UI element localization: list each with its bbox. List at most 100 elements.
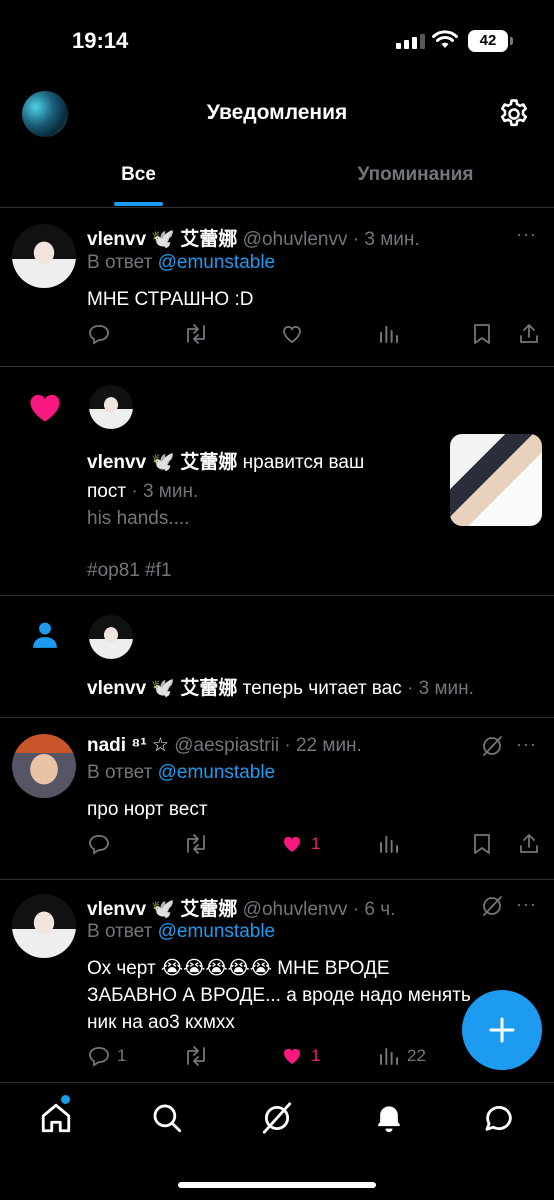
search-icon[interactable] — [150, 1101, 184, 1135]
reply-button[interactable] — [87, 322, 111, 346]
share-icon — [520, 834, 538, 853]
reply-context: В ответ @emunstable — [87, 762, 275, 784]
reply-mention[interactable]: @emunstable — [158, 921, 276, 942]
notification-reply[interactable]: vlenvv 🕊️ 艾蕾娜 @ohuvlenvv · 3 мин. ··· В … — [0, 208, 554, 367]
reply-context: В ответ @emunstable — [87, 921, 275, 943]
like-button[interactable]: 1 — [279, 1044, 320, 1068]
more-options-icon[interactable]: ··· — [516, 224, 537, 245]
wifi-icon — [432, 30, 458, 48]
more-options-icon[interactable]: ··· — [516, 734, 537, 755]
post-time: · 6 ч. — [352, 899, 396, 920]
notification-follow[interactable]: vlenvv 🕊️ 艾蕾娜 теперь читает вас · 3 мин. — [0, 596, 554, 718]
user-name[interactable]: vlenvv 🕊️ 艾蕾娜 — [87, 899, 237, 920]
bookmark-button[interactable] — [471, 322, 493, 346]
reply-mention[interactable]: @emunstable — [158, 762, 276, 783]
like-action-2: пост — [87, 481, 127, 502]
post-time: · 3 мин. — [352, 229, 420, 250]
home-indicator — [178, 1182, 376, 1188]
views-button[interactable] — [377, 832, 401, 856]
actor-name[interactable]: vlenvv 🕊️ 艾蕾娜 — [87, 678, 237, 699]
like-button[interactable] — [279, 322, 305, 346]
heart-filled-icon — [284, 1048, 300, 1064]
more-options-icon[interactable]: ··· — [516, 894, 537, 915]
reply-icon — [89, 1047, 109, 1067]
plus-icon — [489, 1017, 515, 1043]
post-header: vlenvv 🕊️ 艾蕾娜 @ohuvlenvv · 3 мин. — [87, 224, 420, 251]
post-text: МНЕ СТРАШНО :D — [87, 289, 254, 310]
share-icon — [520, 324, 538, 343]
repost-button[interactable] — [183, 322, 209, 346]
grok-icon[interactable] — [480, 894, 504, 918]
reply-mention[interactable]: @emunstable — [158, 252, 276, 273]
like-count: 1 — [311, 834, 321, 853]
battery-tip — [510, 37, 513, 45]
repost-icon — [187, 1046, 205, 1066]
tab-all[interactable]: Все — [0, 164, 277, 186]
views-icon — [380, 836, 398, 853]
reply-icon — [89, 835, 109, 855]
like-count: 1 — [311, 1046, 321, 1065]
avatar[interactable] — [89, 385, 133, 429]
active-tab-indicator — [114, 202, 163, 206]
post-text-line: ЗАБАВНО А ВРОДЕ... а вроде надо менять — [87, 985, 471, 1006]
avatar[interactable] — [12, 894, 76, 958]
post-text-line: ник на ао3 кхмхх — [87, 1012, 235, 1033]
bookmark-button[interactable] — [471, 832, 493, 856]
post-actions: 1 — [87, 832, 541, 860]
settings-gear-icon[interactable] — [497, 97, 531, 131]
user-name[interactable]: vlenvv 🕊️ 艾蕾娜 — [87, 229, 237, 250]
reply-icon — [89, 325, 109, 345]
liked-post-thumbnail[interactable] — [450, 434, 542, 526]
bottom-nav — [0, 1082, 554, 1200]
reply-count: 1 — [117, 1046, 127, 1065]
avatar[interactable] — [12, 224, 76, 288]
repost-button[interactable] — [183, 1044, 209, 1068]
actor-name[interactable]: vlenvv 🕊️ 艾蕾娜 — [87, 452, 237, 473]
follow-action: теперь читает вас — [242, 678, 402, 699]
follow-time: · 3 мин. — [407, 678, 474, 699]
bookmark-icon — [474, 834, 490, 854]
views-button[interactable] — [377, 322, 401, 346]
avatar[interactable] — [89, 615, 133, 659]
share-button[interactable] — [517, 322, 541, 346]
notification-reply[interactable]: vlenvv 🕊️ 艾蕾娜 @ohuvlenvv · 6 ч. ··· В от… — [0, 880, 554, 1090]
follow-text: vlenvv 🕊️ 艾蕾娜 теперь читает вас · 3 мин. — [87, 674, 474, 703]
user-name[interactable]: nadi ⁸¹ ☆ — [87, 735, 169, 756]
reply-button[interactable]: 1 — [87, 1044, 126, 1068]
like-button[interactable]: 1 — [279, 832, 320, 856]
person-icon — [33, 622, 57, 648]
tab-mentions[interactable]: Упоминания — [277, 164, 554, 186]
repost-icon — [187, 834, 205, 854]
page-title: Уведомления — [206, 101, 348, 124]
bell-icon[interactable] — [372, 1101, 406, 1135]
post-text-line: Ох черт 😭😭😭😭😭 МНЕ ВРОДЕ — [87, 958, 390, 979]
notification-reply[interactable]: nadi ⁸¹ ☆ @aespiastrii · 22 мин. ··· В о… — [0, 718, 554, 880]
grok-icon[interactable] — [480, 734, 504, 758]
share-button[interactable] — [517, 832, 541, 856]
status-bar: 19:14 42 — [0, 0, 554, 80]
home-icon[interactable] — [39, 1101, 73, 1135]
views-icon — [380, 326, 398, 343]
reply-prefix: В ответ — [87, 762, 153, 783]
like-action: нравится ваш — [242, 452, 365, 473]
repost-button[interactable] — [183, 832, 209, 856]
post-time: · 22 мин. — [284, 735, 362, 756]
like-time: · 3 мин. — [131, 481, 199, 502]
compose-button[interactable] — [462, 990, 542, 1070]
liked-post-text: his hands.... — [87, 508, 190, 529]
repost-icon — [187, 324, 205, 344]
reply-button[interactable] — [87, 832, 111, 856]
heart-filled-icon — [284, 836, 300, 852]
like-text: vlenvv 🕊️ 艾蕾娜 нравится ваш пост · 3 мин. — [87, 448, 417, 506]
grok-icon[interactable] — [260, 1101, 294, 1135]
reply-prefix: В ответ — [87, 252, 153, 273]
avatar[interactable] — [12, 734, 76, 798]
reply-context: В ответ @emunstable — [87, 252, 275, 274]
views-icon — [380, 1048, 398, 1065]
messages-icon[interactable] — [482, 1101, 516, 1135]
views-button[interactable]: 22 — [377, 1044, 426, 1068]
battery-indicator: 42 — [468, 30, 508, 52]
heart-icon — [30, 394, 60, 422]
liked-post-tags: #op81 #f1 — [87, 560, 172, 581]
post-text: про норт вест — [87, 799, 208, 820]
